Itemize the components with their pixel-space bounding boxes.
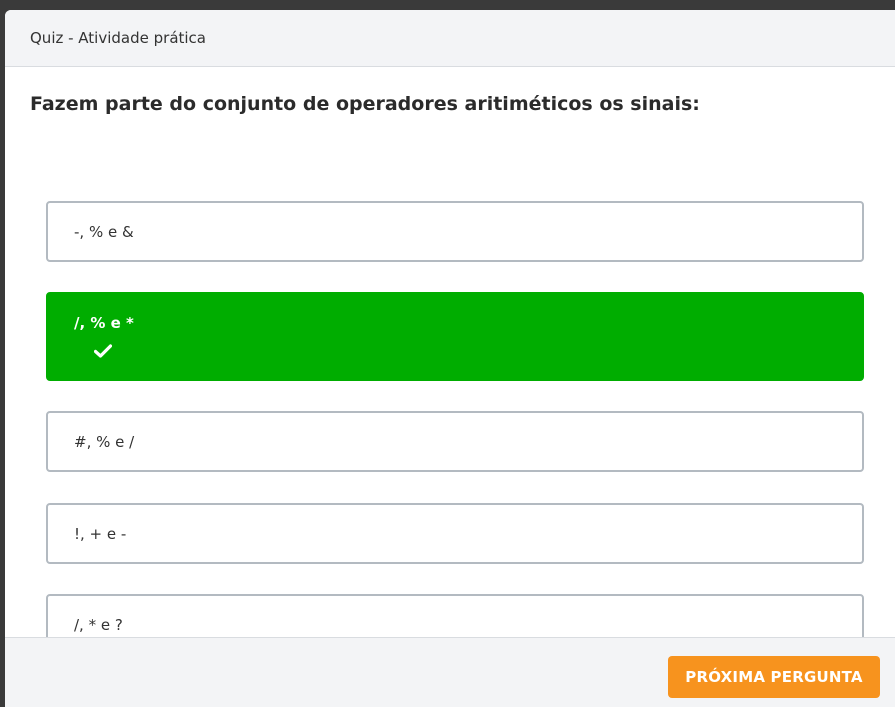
answer-option-2-correct[interactable]: /, % e * [46, 292, 864, 381]
answer-option-label: /, % e * [74, 314, 134, 332]
modal-title: Quiz - Atividade prática [30, 29, 206, 47]
quiz-modal: Quiz - Atividade prática Fazem parte do … [5, 10, 895, 707]
answer-option-1[interactable]: -, % e & [46, 201, 864, 262]
answer-option-4[interactable]: !, + e - [46, 503, 864, 564]
question-text: Fazem parte do conjunto de operadores ar… [30, 93, 700, 115]
modal-body: Fazem parte do conjunto de operadores ar… [5, 67, 895, 655]
check-icon [94, 344, 112, 358]
answer-option-label: !, + e - [74, 524, 127, 543]
answer-option-label: /, * e ? [74, 615, 123, 634]
answer-option-3[interactable]: #, % e / [46, 411, 864, 472]
next-question-button[interactable]: PRÓXIMA PERGUNTA [668, 656, 880, 698]
modal-footer: PRÓXIMA PERGUNTA [5, 637, 895, 707]
answer-option-label: #, % e / [74, 432, 135, 451]
answer-option-label: -, % e & [74, 222, 134, 241]
modal-header: Quiz - Atividade prática [5, 10, 895, 67]
